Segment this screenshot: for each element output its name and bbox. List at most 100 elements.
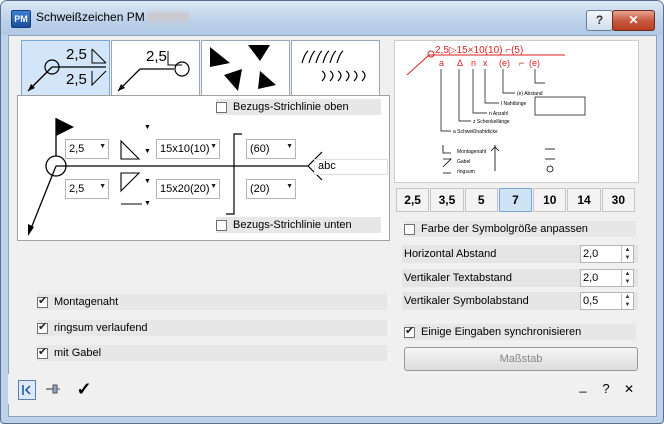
ringsum-label: ringsum verlaufend (54, 322, 148, 334)
triangle-shapes-icon (210, 45, 276, 91)
top-shape-dropdown[interactable]: ▼ (144, 148, 151, 155)
dialog-window: PM Schweißzeichen PM ? ✕ 2,5 2,5 2,5 Bez… (0, 0, 664, 424)
tail-text-field[interactable]: abc (314, 159, 388, 175)
bottom-pitch-combo[interactable]: (20) ▼ (246, 179, 296, 199)
option-gabel[interactable]: mit Gabel (37, 345, 387, 361)
scale-button-14[interactable]: 14 (567, 188, 601, 212)
preview-legend-2: z Schenkellänge (473, 119, 510, 125)
weld-arrow-single-icon: 2,5 (117, 48, 190, 92)
bottom-dimension-combo[interactable]: 15x20(20) ▼ (156, 179, 220, 199)
tab-triangles[interactable] (201, 40, 290, 96)
massstab-button[interactable]: Maßstab (404, 347, 638, 371)
chevron-down-icon: ▼ (286, 183, 293, 190)
horizontal-spacing-row: Horizontal Abstand 2,0 ▲ ▼ (402, 245, 638, 263)
tab-weld-both-sides[interactable]: 2,5 2,5 (21, 40, 110, 96)
weld-arrow-both-sides-icon: 2,5 2,5 (27, 46, 107, 92)
tab-seam-pattern[interactable] (291, 40, 380, 96)
preview-key-3: ringsum (457, 169, 475, 175)
vertical-symbol-spacing-spinner[interactable]: 0,5 ▲ ▼ (580, 292, 634, 310)
symbol-size-color-option[interactable]: Farbe der Symbolgröße anpassen (404, 221, 636, 237)
tab-weld-single[interactable]: 2,5 (111, 40, 200, 96)
chevron-down-icon: ▼ (210, 143, 217, 150)
bottom-size-combo[interactable]: 2,5 ▼ (65, 179, 109, 199)
preview-label-delta: Δ (457, 58, 463, 68)
spinner-arrows-icon[interactable]: ▲ ▼ (621, 246, 633, 262)
panel-toggle-icon[interactable] (18, 380, 36, 400)
vertical-text-spacing-row: Vertikaler Textabstand 2,0 ▲ ▼ (402, 269, 638, 287)
preview-label-a: a (439, 58, 444, 68)
sync-inputs-label: Einige Eingaben synchronisieren (421, 326, 582, 338)
dialog-client: 2,5 2,5 2,5 Bezugs-Strichlinie oben 2,5 … (8, 35, 657, 417)
vertical-symbol-spacing-row: Vertikaler Symbolabstand 0,5 ▲ ▼ (402, 292, 638, 310)
scale-button-7[interactable]: 7 (498, 188, 533, 212)
preview-legend-3: n Anzahl (489, 111, 508, 117)
sync-inputs-option[interactable]: Einige Eingaben synchronisieren (404, 324, 636, 340)
preview-label-bracket: ⌐ (519, 58, 524, 68)
chevron-down-icon: ▼ (99, 143, 106, 150)
spinner-arrows-icon[interactable]: ▲ ▼ (621, 293, 633, 309)
pin-icon[interactable] (44, 380, 62, 398)
gabel-checkbox[interactable] (37, 345, 48, 359)
ok-checkmark-icon[interactable]: ✓ (74, 380, 94, 398)
scale-button-5[interactable]: 5 (464, 188, 498, 212)
montagenaht-label: Montagenaht (54, 296, 119, 308)
tab1-top-label: 2,5 (66, 46, 87, 63)
window-title: Schweißzeichen PM (36, 10, 189, 24)
scale-button-10[interactable]: 10 (533, 188, 567, 212)
close-button[interactable]: ✕ (612, 10, 655, 31)
ref-line-bottom-option[interactable]: Bezugs-Strichlinie unten (216, 217, 381, 233)
scale-button-3-5[interactable]: 3,5 (430, 188, 464, 212)
right-panel: 2,5▷15×10(10) ⌐(5) a Δ n x (e) ⌐ (e) a S… (394, 37, 639, 377)
ringsum-checkbox[interactable] (37, 320, 48, 334)
preview-label-x: x (483, 58, 488, 68)
app-logo-icon: PM (11, 10, 31, 28)
close-icon[interactable]: ✕ (622, 380, 636, 398)
top-size-combo[interactable]: 2,5 ▼ (65, 139, 109, 159)
scale-button-2-5[interactable]: 2,5 (396, 188, 430, 212)
top-symbol-dropdown[interactable]: ▼ (144, 124, 151, 131)
montagenaht-checkbox[interactable] (37, 294, 48, 308)
bottom-toolbar: ✓ _ ? ✕ (8, 374, 655, 404)
ref-line-bottom-label: Bezugs-Strichlinie unten (233, 219, 352, 231)
chevron-down-icon: ▼ (210, 183, 217, 190)
preview-key-1: Montagenaht (457, 149, 487, 155)
flag-icon (56, 118, 74, 136)
spinner-arrows-icon[interactable]: ▲ ▼ (621, 270, 633, 286)
minimize-icon[interactable]: _ (576, 379, 590, 398)
preview-key-2: Gabel (457, 159, 470, 165)
redacted-title-suffix (146, 12, 189, 22)
sync-inputs-checkbox[interactable] (404, 324, 415, 338)
preview-legend-4: l Nahtlänge (501, 101, 527, 107)
option-ringsum[interactable]: ringsum verlaufend (37, 320, 387, 336)
chevron-down-icon: ▼ (99, 183, 106, 190)
option-montagenaht[interactable]: Montagenaht (37, 294, 387, 310)
symbol-size-color-label: Farbe der Symbolgröße anpassen (421, 223, 588, 235)
title-bar[interactable]: PM Schweißzeichen PM ? ✕ (1, 1, 663, 35)
bottom-symbol-dropdown[interactable]: ▼ (144, 200, 151, 207)
symbol-size-color-checkbox[interactable] (404, 223, 415, 235)
symbol-preview: 2,5▷15×10(10) ⌐(5) a Δ n x (e) ⌐ (e) a S… (394, 40, 639, 183)
preview-legend-5: (e) Abstand (517, 91, 543, 97)
vertical-text-spacing-spinner[interactable]: 2,0 ▲ ▼ (580, 269, 634, 287)
preview-header: 2,5▷15×10(10) ⌐(5) (435, 45, 523, 56)
horizontal-spacing-spinner[interactable]: 2,0 ▲ ▼ (580, 245, 634, 263)
scale-button-30[interactable]: 30 (601, 188, 635, 212)
tab1-bottom-label: 2,5 (66, 71, 87, 88)
bottom-shape-dropdown[interactable]: ▼ (144, 178, 151, 185)
chevron-down-icon: ▼ (286, 143, 293, 150)
gabel-label: mit Gabel (54, 347, 102, 359)
vertical-symbol-spacing-label: Vertikaler Symbolabstand (404, 295, 529, 307)
horizontal-spacing-label: Horizontal Abstand (404, 248, 497, 260)
preview-drawing: 2,5▷15×10(10) ⌐(5) a Δ n x (e) ⌐ (e) a S… (406, 45, 586, 175)
weld-seam-pattern-icon (301, 50, 366, 82)
preview-legend-1: a Schweißnahtdicke (453, 129, 498, 135)
help-icon[interactable]: ? (599, 380, 613, 398)
top-dimension-combo[interactable]: 15x10(10) ▼ (156, 139, 220, 159)
top-pitch-combo[interactable]: (60) ▼ (246, 139, 296, 159)
tab2-label: 2,5 (146, 48, 167, 65)
preview-label-e2: (e) (529, 58, 540, 68)
help-button[interactable]: ? (586, 10, 613, 31)
options-section: Montagenaht ringsum verlaufend mit Gabel (17, 241, 390, 381)
ref-line-bottom-checkbox[interactable] (216, 219, 227, 231)
scale-button-row: 2,5 3,5 5 7 10 14 30 (396, 188, 636, 212)
